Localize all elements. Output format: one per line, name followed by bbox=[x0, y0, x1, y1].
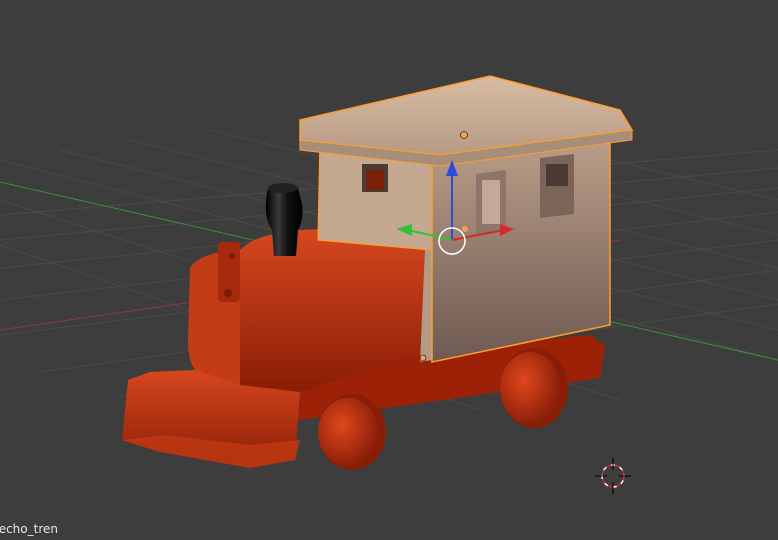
active-object-name: techo_tren bbox=[0, 522, 58, 536]
viewport-canvas[interactable] bbox=[0, 0, 778, 540]
origin-point bbox=[419, 354, 427, 362]
train-wheel-front[interactable] bbox=[318, 394, 386, 470]
train-wheel-rear[interactable] bbox=[500, 348, 568, 428]
3d-cursor-icon[interactable] bbox=[595, 458, 631, 494]
3d-viewport[interactable]: techo_tren bbox=[0, 0, 778, 540]
